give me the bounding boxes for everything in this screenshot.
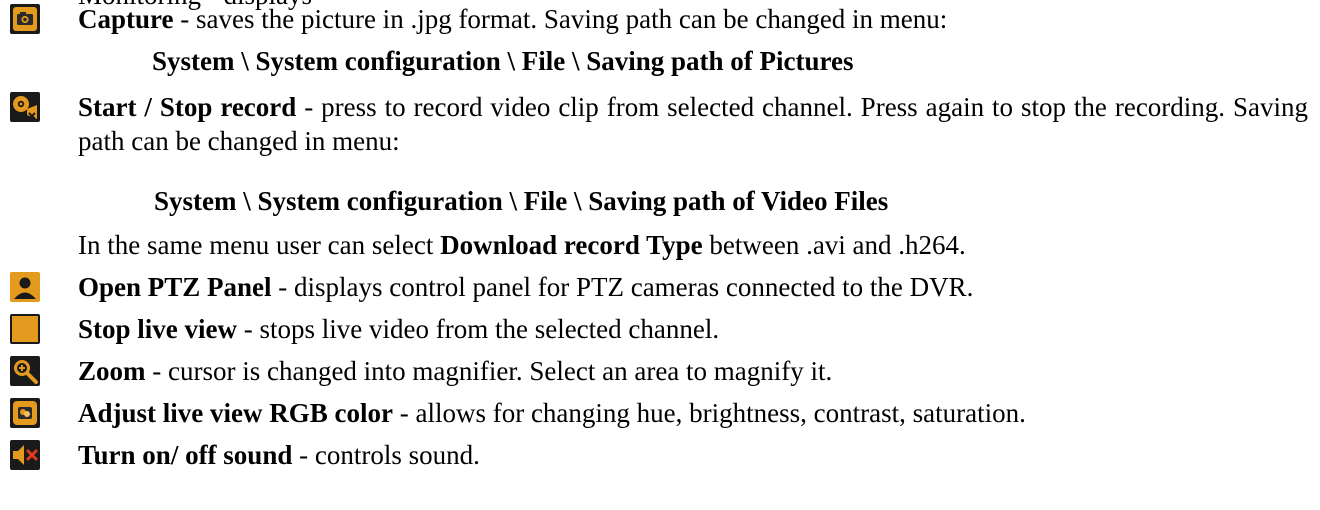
rgb-line: Adjust live view RGB color - allows for … bbox=[78, 396, 1026, 430]
zoom-description: - cursor is changed into magnifier. Sele… bbox=[145, 356, 833, 386]
stop-live-description: - stops live video from the selected cha… bbox=[237, 314, 720, 344]
capture-description: - saves the picture in .jpg format. Savi… bbox=[173, 4, 948, 34]
zoom-magnifier-icon bbox=[10, 356, 40, 386]
download-type-line: In the same menu user can select Downloa… bbox=[78, 228, 966, 262]
zoom-line: Zoom - cursor is changed into magnifier.… bbox=[78, 354, 832, 388]
download-pre: In the same menu user can select bbox=[78, 230, 441, 260]
record-line: Start / Stop record - press to record vi… bbox=[78, 90, 1308, 158]
camera-icon bbox=[10, 4, 40, 34]
sound-line: Turn on/ off sound - controls sound. bbox=[78, 438, 480, 472]
ptz-line: Open PTZ Panel - displays control panel … bbox=[78, 270, 973, 304]
capture-line: Capture - saves the picture in .jpg form… bbox=[78, 2, 947, 36]
sound-description: - controls sound. bbox=[292, 440, 480, 470]
pictures-path: System \ System configuration \ File \ S… bbox=[152, 46, 854, 76]
sound-title: Turn on/ off sound bbox=[78, 440, 293, 470]
stop-live-title: Stop live view bbox=[78, 314, 237, 344]
rgb-title: Adjust live view RGB color bbox=[78, 398, 393, 428]
download-record-type: Download record Type bbox=[440, 230, 703, 260]
stop-square-icon bbox=[10, 314, 40, 344]
rgb-description: - allows for changing hue, brightness, c… bbox=[392, 398, 1026, 428]
stop-live-line: Stop live view - stops live video from t… bbox=[78, 312, 719, 346]
zoom-title: Zoom bbox=[78, 356, 146, 386]
sound-mute-icon bbox=[10, 440, 40, 470]
capture-title: Capture bbox=[78, 4, 174, 34]
download-post: between .avi and .h264. bbox=[702, 230, 966, 260]
rgb-color-icon bbox=[10, 398, 40, 428]
record-title: Start / Stop record bbox=[78, 92, 297, 122]
video-record-icon bbox=[10, 92, 40, 122]
ptz-title: Open PTZ Panel bbox=[78, 272, 272, 302]
video-files-path: System \ System configuration \ File \ S… bbox=[154, 186, 889, 216]
ptz-description: - displays control panel for PTZ cameras… bbox=[271, 272, 974, 302]
ptz-person-icon bbox=[10, 272, 40, 302]
